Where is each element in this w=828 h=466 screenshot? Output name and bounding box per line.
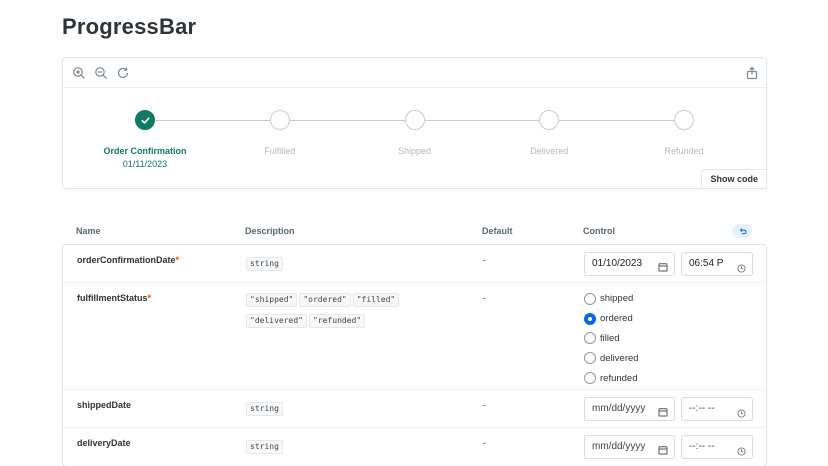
radio-label: delivered [600,352,639,364]
header-name: Name [76,226,101,236]
check-icon [140,116,150,124]
step-delivered: Delivered [474,110,624,157]
delivery-time-input[interactable]: --:-- -- [681,435,753,459]
delivery-date-input[interactable]: mm/dd/yyyy [584,435,675,459]
clock-icon [737,443,746,456]
type-chip: "delivered" [246,314,307,328]
undo-icon [739,227,747,234]
step-order-confirmation: Order Confirmation 01/11/2023 [70,110,220,170]
arg-default: - [483,255,486,265]
type-chip: "ordered" [299,293,351,307]
step-date: 01/11/2023 [122,159,168,169]
progress-stepper: Order Confirmation 01/11/2023 Fulfilled Shi… [63,88,766,189]
arg-description: string [246,253,446,274]
radio-button[interactable] [584,312,596,325]
type-chip: "refunded" [308,314,366,328]
table-row: fulfillmentStatus* "shipped" "ordered" "fi… [63,283,766,390]
header-description: Description [245,226,295,236]
arg-description: string [246,436,446,457]
step-refunded: Refunded [609,110,759,157]
zoom-in-icon[interactable] [72,66,86,80]
type-chip: "filled" [352,293,400,307]
arg-default: - [483,400,486,410]
args-table: Name Description Default Control orderCo… [62,220,767,466]
reset-controls-button[interactable] [732,224,752,238]
radio-label: shipped [600,293,634,305]
step-pending-circle [269,110,290,130]
arg-default: - [483,293,486,303]
step-label: Fulfilled [264,146,296,156]
step-complete-circle [135,110,155,130]
step-shipped: Shipped [340,110,490,157]
type-chip: string [246,257,283,271]
arg-name: fulfillmentStatus* [77,293,152,303]
arg-default: - [483,438,486,448]
order-confirmation-date-input[interactable]: 01/10/2023 [584,252,675,276]
calendar-icon [658,404,668,417]
table-row: shippedDate string - mm/dd/yyyy --:-- -- [63,390,766,428]
shipped-time-input[interactable]: --:-- -- [681,397,753,421]
header-control: Control [583,226,615,236]
arg-name: shippedDate [77,400,132,410]
arg-description: "shipped" "ordered" "filled" "delivered" "r… [246,289,446,331]
step-pending-circle [404,110,425,130]
radio-label: refunded [600,372,638,384]
radio-button[interactable] [584,332,596,345]
table-row: deliveryDate string - mm/dd/yyyy --:-- -… [63,428,766,466]
radio-button[interactable] [584,352,596,365]
arg-name: deliveryDate [77,438,131,448]
radio-option-ordered[interactable]: ordered [584,309,639,329]
radio-button[interactable] [584,292,596,305]
shipped-date-input[interactable]: mm/dd/yyyy [584,397,675,421]
radio-button[interactable] [584,372,596,385]
show-code-button[interactable]: Show code [701,169,767,189]
zoom-out-icon[interactable] [94,66,108,80]
step-label: Shipped [397,146,432,156]
radio-label: filled [600,332,620,344]
table-row: orderConfirmationDate* string - 01/10/20… [63,245,766,283]
share-icon[interactable] [745,66,759,80]
arg-description: string [246,398,446,419]
header-default: Default [482,226,513,236]
page-title: ProgressBar [62,14,197,39]
type-chip: "shipped" [246,293,298,307]
clock-icon [737,260,746,273]
args-table-header: Name Description Default Control [62,220,767,244]
step-label: Order Confirmation [103,146,187,156]
step-pending-circle [539,110,560,130]
step-fulfilled: Fulfilled [205,110,355,157]
order-confirmation-time-input[interactable]: 06:54 P [681,252,753,276]
preview-canvas: Order Confirmation 01/11/2023 Fulfilled Shi… [62,57,767,189]
arg-name: orderConfirmationDate* [77,255,180,265]
radio-label: ordered [600,313,633,325]
fulfillment-status-radio-group: shipped ordered filled delivered refunded [584,289,639,388]
args-table-body: orderConfirmationDate* string - 01/10/20… [62,244,767,466]
calendar-icon [658,259,668,272]
preview-toolbar [63,58,766,88]
radio-option-filled[interactable]: filled [584,329,639,349]
step-label: Delivered [530,146,569,156]
clock-icon [737,405,746,418]
radio-option-delivered[interactable]: delivered [584,348,639,368]
type-chip: string [246,440,283,454]
radio-option-shipped[interactable]: shipped [584,289,639,309]
type-chip: string [246,402,283,416]
step-pending-circle [674,110,694,130]
reset-zoom-icon[interactable] [116,66,130,80]
calendar-icon [658,442,668,455]
step-label: Refunded [664,146,704,156]
radio-option-refunded[interactable]: refunded [584,368,639,388]
